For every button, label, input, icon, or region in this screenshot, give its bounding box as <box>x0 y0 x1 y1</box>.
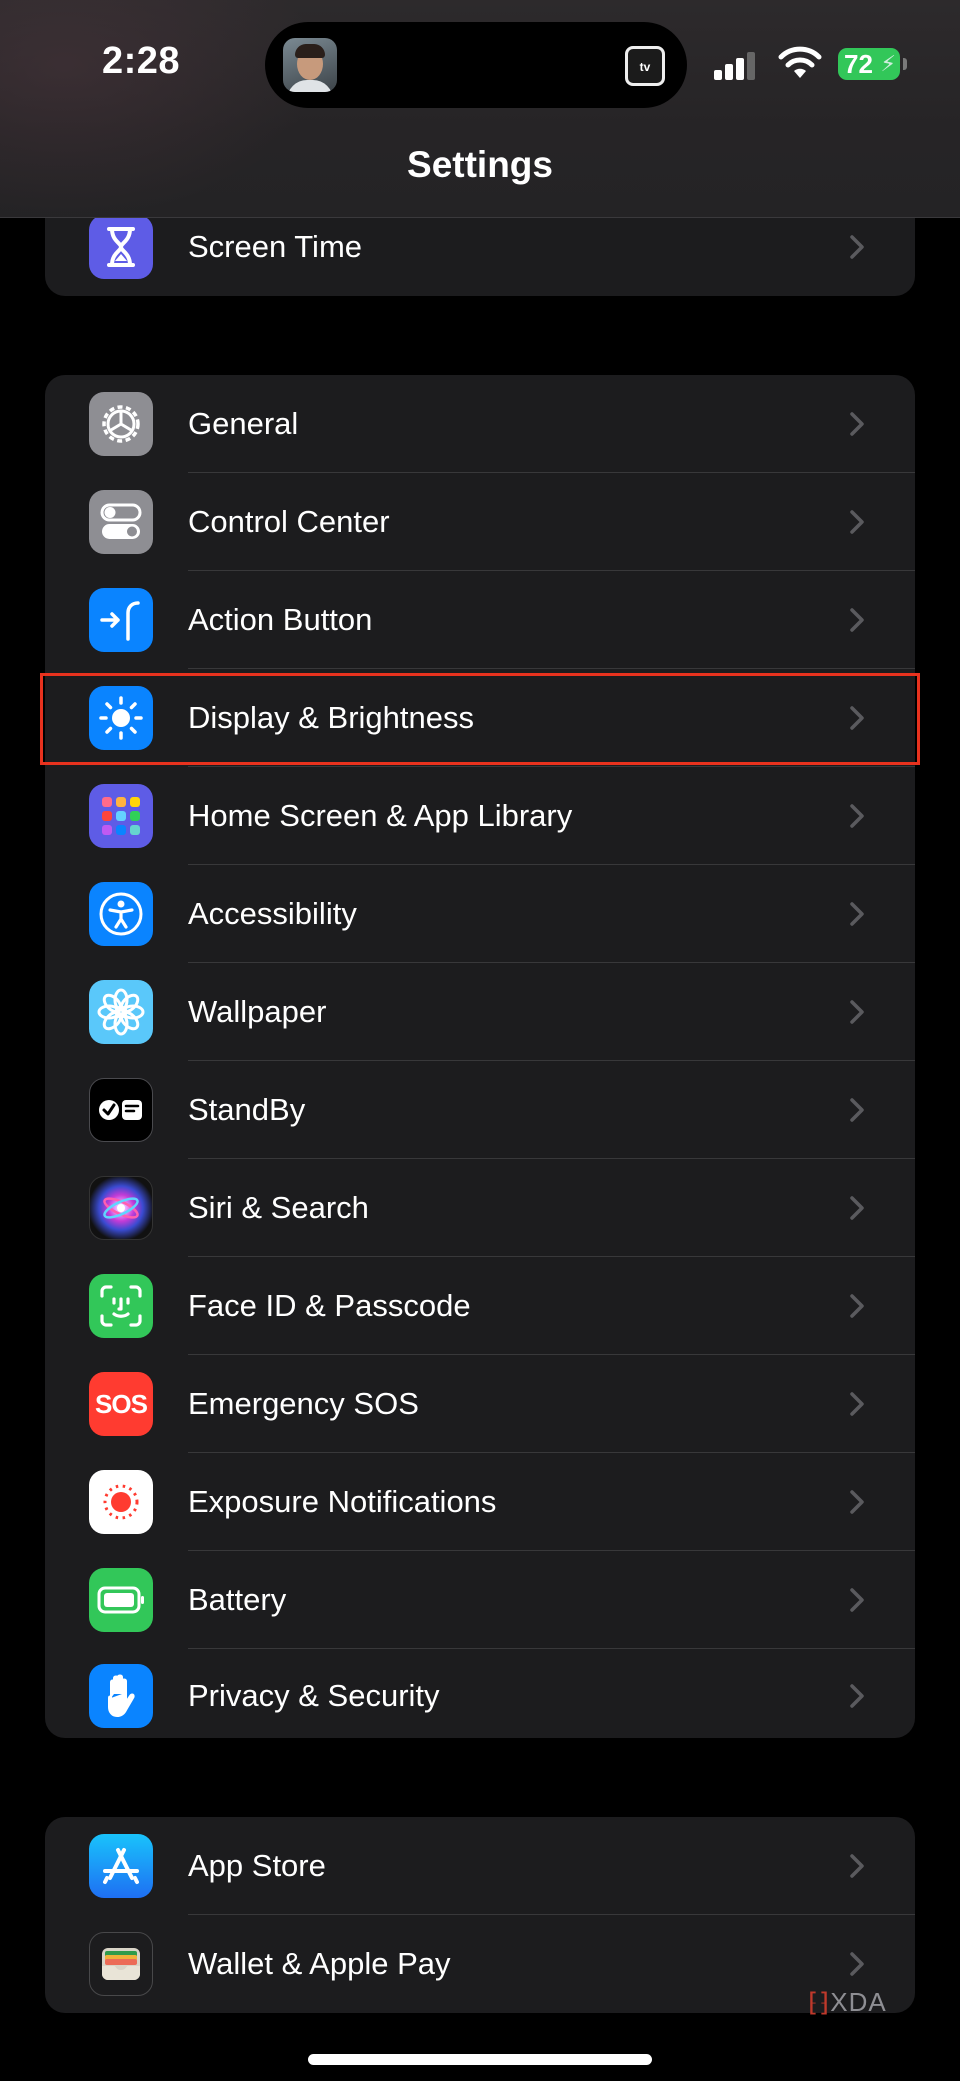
settings-row-label: General <box>188 406 299 441</box>
standby-icon <box>89 1078 153 1142</box>
chevron-right-icon <box>850 412 864 436</box>
settings-row-label: StandBy <box>188 1092 306 1127</box>
chevron-right-icon <box>850 1196 864 1220</box>
chevron-right-icon <box>850 1854 864 1878</box>
settings-row-battery[interactable]: Battery <box>45 1551 915 1649</box>
chevron-right-icon <box>850 608 864 632</box>
settings-row-display-brightness[interactable]: Display & Brightness <box>45 669 915 767</box>
settings-row-label: Accessibility <box>188 896 357 931</box>
settings-row-siri-search[interactable]: Siri & Search <box>45 1159 915 1257</box>
status-time: 2:28 <box>102 40 181 82</box>
navigation-header: 2:28 tv 72 ⚡ Settings <box>0 0 960 218</box>
battery-icon <box>89 1568 153 1632</box>
settings-row-general[interactable]: General <box>45 375 915 473</box>
settings-row-label: Emergency SOS <box>188 1386 419 1421</box>
settings-row-exposure-notifications[interactable]: Exposure Notifications <box>45 1453 915 1551</box>
chevron-right-icon <box>850 1588 864 1612</box>
settings-row-label: Siri & Search <box>188 1190 369 1225</box>
contact-avatar <box>283 38 337 92</box>
settings-row-face-id[interactable]: Face ID & Passcode <box>45 1257 915 1355</box>
settings-row-accessibility[interactable]: Accessibility <box>45 865 915 963</box>
xda-watermark: ⁅⁆XDA <box>808 1987 887 2017</box>
settings-row-label: Control Center <box>188 504 390 539</box>
chevron-right-icon <box>850 1000 864 1024</box>
chevron-right-icon <box>850 1098 864 1122</box>
chevron-right-icon <box>850 1294 864 1318</box>
toggles-icon <box>89 490 153 554</box>
sos-icon-text: SOS <box>95 1388 148 1419</box>
app-store-icon <box>89 1834 153 1898</box>
settings-row-label: Display & Brightness <box>188 700 475 735</box>
settings-row-emergency-sos[interactable]: SOS Emergency SOS <box>45 1355 915 1453</box>
gear-icon <box>89 392 153 456</box>
settings-row-label: Exposure Notifications <box>188 1484 497 1519</box>
chevron-right-icon <box>850 706 864 730</box>
chevron-right-icon <box>850 235 864 259</box>
page-title: Settings <box>407 144 553 185</box>
apple-tv-icon: tv <box>625 46 665 86</box>
settings-row-label: Wallpaper <box>188 994 327 1029</box>
settings-row-wallet[interactable]: Wallet & Apple Pay <box>45 1915 915 2013</box>
settings-row-app-store[interactable]: App Store <box>45 1817 915 1915</box>
sun-icon <box>89 686 153 750</box>
dynamic-island[interactable]: tv <box>265 22 687 108</box>
settings-row-label: Home Screen & App Library <box>188 798 573 833</box>
cellular-signal-icon <box>714 52 755 80</box>
app-grid-icon <box>89 784 153 848</box>
exposure-icon <box>89 1470 153 1534</box>
settings-row-label: Wallet & Apple Pay <box>188 1946 451 1981</box>
siri-icon <box>89 1176 153 1240</box>
settings-row-control-center[interactable]: Control Center <box>45 473 915 571</box>
watermark-text: XDA <box>830 1987 887 2017</box>
settings-row-label: Battery <box>188 1582 287 1617</box>
hand-icon <box>89 1664 153 1728</box>
chevron-right-icon <box>850 804 864 828</box>
accessibility-icon <box>89 882 153 946</box>
settings-row-action-button[interactable]: Action Button <box>45 571 915 669</box>
face-id-icon <box>89 1274 153 1338</box>
settings-row-label: Privacy & Security <box>188 1678 440 1713</box>
settings-row-home-screen[interactable]: Home Screen & App Library <box>45 767 915 865</box>
settings-row-label: App Store <box>188 1848 326 1883</box>
settings-row-label: Face ID & Passcode <box>188 1288 471 1323</box>
chevron-right-icon <box>850 1952 864 1976</box>
settings-row-label: Action Button <box>188 602 373 637</box>
settings-row-standby[interactable]: StandBy <box>45 1061 915 1159</box>
battery-status-icon: 72 ⚡ <box>838 48 907 80</box>
flower-icon <box>89 980 153 1044</box>
settings-group-apps: App Store Wallet & Apple Pay <box>45 1817 915 2013</box>
settings-group-system: General Control Center Action Button Dis… <box>45 375 915 1738</box>
hourglass-icon <box>89 215 153 279</box>
chevron-right-icon <box>850 1490 864 1514</box>
chevron-right-icon <box>850 1684 864 1708</box>
wallet-icon <box>89 1932 153 1996</box>
settings-row-privacy-security[interactable]: Privacy & Security <box>45 1647 915 1738</box>
chevron-right-icon <box>850 902 864 926</box>
chevron-right-icon <box>850 1392 864 1416</box>
sos-icon: SOS <box>89 1372 153 1436</box>
settings-row-wallpaper[interactable]: Wallpaper <box>45 963 915 1061</box>
home-indicator[interactable] <box>308 2054 652 2065</box>
wifi-icon <box>778 46 822 80</box>
chevron-right-icon <box>850 510 864 534</box>
battery-percentage: 72 <box>844 49 873 79</box>
action-button-icon <box>89 588 153 652</box>
